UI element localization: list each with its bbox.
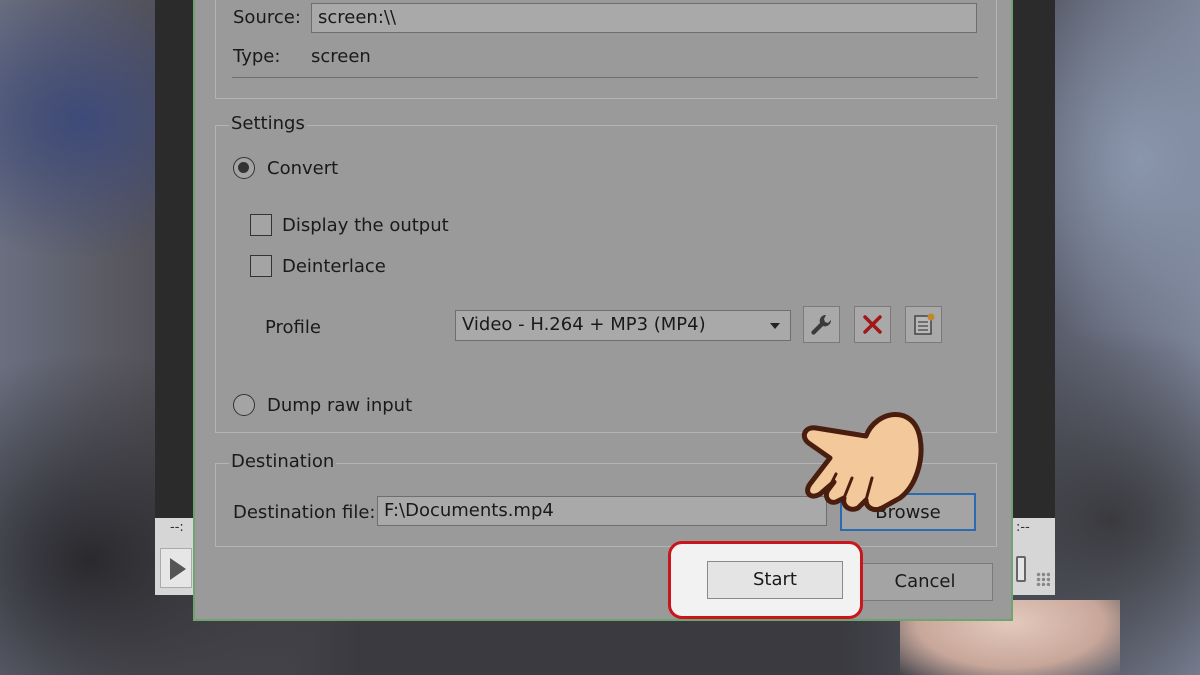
play-icon <box>170 558 186 580</box>
play-button[interactable] <box>160 548 192 588</box>
resize-grip-icon[interactable] <box>1036 572 1050 586</box>
delete-profile-button[interactable] <box>854 306 891 343</box>
chevron-down-icon <box>770 323 780 329</box>
source-field[interactable]: screen:\\ <box>311 3 977 33</box>
delete-x-icon <box>863 315 882 334</box>
settings-group-label: Settings <box>229 113 307 134</box>
dump-raw-radio[interactable] <box>233 394 255 416</box>
dump-raw-label[interactable]: Dump raw input <box>267 395 412 416</box>
cancel-button[interactable]: Cancel <box>857 563 993 601</box>
volume-icon[interactable] <box>1016 556 1026 582</box>
new-profile-icon <box>914 313 935 335</box>
edit-profile-button[interactable] <box>803 306 840 343</box>
total-time: :-- <box>1016 520 1030 535</box>
wrench-icon <box>811 314 832 335</box>
source-separator <box>232 77 978 78</box>
source-label: Source: <box>233 7 301 28</box>
convert-radio[interactable] <box>233 157 255 179</box>
type-label: Type: <box>233 46 281 67</box>
profile-dropdown[interactable]: Video - H.264 + MP3 (MP4) <box>455 310 791 341</box>
destination-file-field[interactable]: F:\Documents.mp4 <box>377 496 827 526</box>
pointing-hand-icon <box>801 412 924 513</box>
display-output-checkbox[interactable] <box>250 214 272 236</box>
display-output-label[interactable]: Display the output <box>282 215 449 236</box>
convert-label[interactable]: Convert <box>267 158 338 179</box>
new-profile-button[interactable] <box>905 306 942 343</box>
start-button[interactable]: Start <box>707 561 843 599</box>
deinterlace-checkbox[interactable] <box>250 255 272 277</box>
type-value: screen <box>311 46 371 67</box>
elapsed-time: --: <box>170 520 184 535</box>
convert-dialog: Source: screen:\\ Type: screen Settings … <box>193 0 1013 621</box>
destination-group-label: Destination <box>229 451 337 472</box>
profile-label: Profile <box>265 317 321 338</box>
destination-file-label: Destination file: <box>233 502 376 523</box>
deinterlace-label[interactable]: Deinterlace <box>282 256 386 277</box>
profile-selected-value: Video - H.264 + MP3 (MP4) <box>462 314 706 335</box>
